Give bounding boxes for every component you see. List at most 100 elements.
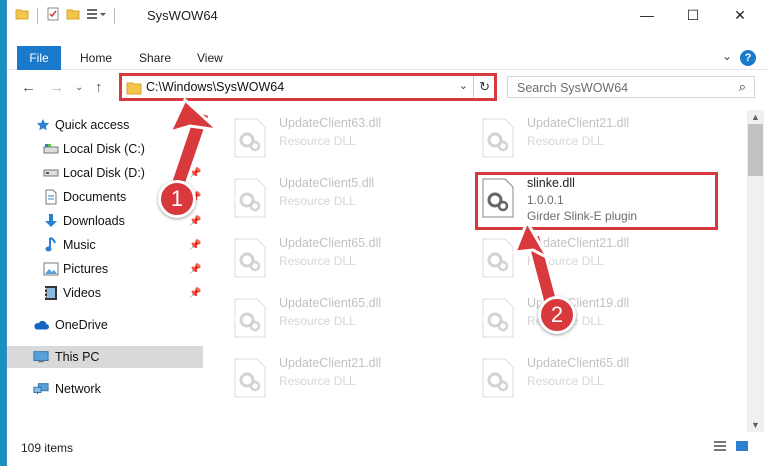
videos-icon: [43, 285, 59, 301]
file-item[interactable]: UpdateClient5.dll Resource DLL: [233, 172, 453, 220]
address-path[interactable]: C:\Windows\SysWOW64: [146, 80, 284, 94]
dll-file-icon: [482, 238, 514, 278]
file-item[interactable]: UpdateClient65.dll Resource DLL: [481, 352, 701, 400]
file-type: Resource DLL: [279, 254, 356, 268]
pin-icon: 📌: [189, 263, 202, 275]
documents-icon: [43, 189, 59, 205]
expand-ribbon-icon[interactable]: ⌄: [722, 49, 732, 63]
dll-file-icon: [234, 178, 266, 218]
file-name: UpdateClient21.dll: [527, 236, 630, 250]
dll-file-icon: [234, 298, 266, 338]
file-name: UpdateClient65.dll: [279, 296, 382, 310]
file-name: UpdateClient63.dll: [279, 116, 382, 130]
pin-icon: 📌: [189, 143, 202, 155]
sidebar-item-network[interactable]: Network: [7, 378, 203, 400]
sidebar-item-pictures[interactable]: Pictures 📌: [7, 258, 203, 280]
file-item[interactable]: UpdateClient21.dll Resource DLL: [481, 232, 701, 280]
dll-file-icon: [234, 118, 266, 158]
sidebar-item-label: Local Disk (C:): [63, 142, 145, 156]
sidebar-item-label: Network: [55, 382, 101, 396]
address-bar[interactable]: C:\Windows\SysWOW64 ⌄ ↻: [119, 73, 497, 101]
up-button[interactable]: ↑: [95, 79, 103, 96]
recent-locations-icon[interactable]: ⌄: [75, 82, 83, 93]
sidebar-item-label: Downloads: [63, 214, 125, 228]
file-item[interactable]: UpdateClient19.dll Resource DLL: [481, 292, 701, 340]
sidebar-item-onedrive[interactable]: OneDrive: [7, 314, 203, 336]
sidebar-item-quick-access[interactable]: Quick access: [7, 114, 203, 136]
status-bar: 109 items: [7, 434, 769, 466]
file-type: Resource DLL: [279, 134, 356, 148]
file-item[interactable]: UpdateClient21.dll Resource DLL: [481, 112, 701, 160]
tab-home[interactable]: Home: [80, 51, 112, 65]
sidebar-item-label: Local Disk (D:): [63, 166, 145, 180]
customize-toolbar-icon[interactable]: [86, 7, 106, 24]
sidebar-item-label: Pictures: [63, 262, 109, 276]
file-item[interactable]: UpdateClient65.dll Resource DLL: [233, 292, 453, 340]
large-icons-view-icon[interactable]: [735, 440, 749, 455]
close-button[interactable]: ✕: [717, 0, 763, 30]
onedrive-icon: [33, 317, 49, 333]
properties-icon[interactable]: [46, 7, 60, 24]
title-bar: SysWOW64 — ☐ ✕: [7, 0, 769, 30]
pin-icon: 📌: [189, 287, 202, 299]
step-1-badge: 1: [158, 180, 196, 218]
scrollbar-thumb[interactable]: [748, 124, 763, 176]
dll-file-icon: [482, 118, 514, 158]
music-icon: [43, 237, 59, 253]
forward-button[interactable]: →: [49, 79, 64, 96]
sidebar-item-label: Quick access: [55, 118, 130, 132]
file-type: Resource DLL: [527, 254, 604, 268]
sidebar-item-videos[interactable]: Videos 📌: [7, 282, 203, 304]
toolbar-divider: [37, 7, 38, 24]
pin-icon: 📌: [189, 215, 202, 227]
navigation-pane: Quick access Local Disk (C:) 📌 Local Dis…: [7, 110, 203, 432]
file-name: UpdateClient5.dll: [279, 176, 375, 190]
search-placeholder: Search SysWOW64: [517, 81, 629, 95]
file-explorer-window: SysWOW64 — ☐ ✕ File Home Share View ⌄ ? …: [6, 0, 769, 466]
back-button[interactable]: ←: [21, 79, 36, 96]
vertical-scrollbar[interactable]: ▲ ▼: [747, 110, 764, 432]
search-icon: ⌕: [738, 79, 746, 94]
file-list: UpdateClient63.dll Resource DLL UpdateCl…: [207, 110, 743, 432]
drive-icon: [43, 141, 59, 157]
step-2-badge: 2: [538, 296, 576, 334]
dll-file-icon: [234, 238, 266, 278]
file-name: UpdateClient65.dll: [527, 356, 630, 370]
file-item[interactable]: UpdateClient65.dll Resource DLL: [233, 232, 453, 280]
dll-file-icon: [482, 358, 514, 398]
file-type: Resource DLL: [279, 194, 356, 208]
folder-icon: [126, 80, 142, 98]
file-item[interactable]: UpdateClient63.dll Resource DLL: [233, 112, 453, 160]
file-name: UpdateClient21.dll: [279, 356, 382, 370]
help-icon[interactable]: ?: [740, 50, 756, 66]
sidebar-item-label: OneDrive: [55, 318, 108, 332]
scroll-up-icon[interactable]: ▲: [751, 112, 760, 122]
minimize-button[interactable]: —: [624, 0, 670, 30]
sidebar-item-label: Documents: [63, 190, 127, 204]
ribbon-tabs: File Home Share View ⌄ ?: [7, 46, 769, 70]
file-item[interactable]: UpdateClient21.dll Resource DLL: [233, 352, 453, 400]
window-title: SysWOW64: [147, 8, 218, 23]
sidebar-item-local-disk-c[interactable]: Local Disk (C:) 📌: [7, 138, 203, 160]
scroll-down-icon[interactable]: ▼: [751, 420, 760, 430]
address-dropdown-icon[interactable]: ⌄: [459, 79, 468, 92]
file-name: UpdateClient65.dll: [279, 236, 382, 250]
pin-icon: 📌: [189, 239, 202, 251]
sidebar-item-label: Videos: [63, 286, 101, 300]
sidebar-item-this-pc[interactable]: This PC: [7, 346, 203, 368]
file-name: UpdateClient21.dll: [527, 116, 630, 130]
address-divider: [473, 76, 474, 98]
downloads-icon: [43, 213, 59, 229]
sidebar-item-label: This PC: [55, 350, 100, 364]
file-type: Resource DLL: [527, 374, 604, 388]
dll-file-icon: [234, 358, 266, 398]
maximize-button[interactable]: ☐: [670, 0, 716, 30]
tab-share[interactable]: Share: [139, 51, 171, 65]
sidebar-item-music[interactable]: Music 📌: [7, 234, 203, 256]
new-folder-icon[interactable]: [66, 7, 80, 24]
tab-file[interactable]: File: [17, 46, 61, 70]
details-view-icon[interactable]: [713, 440, 727, 455]
search-input[interactable]: Search SysWOW64 ⌕: [507, 76, 755, 98]
refresh-icon[interactable]: ↻: [479, 79, 490, 95]
tab-view[interactable]: View: [197, 51, 223, 65]
